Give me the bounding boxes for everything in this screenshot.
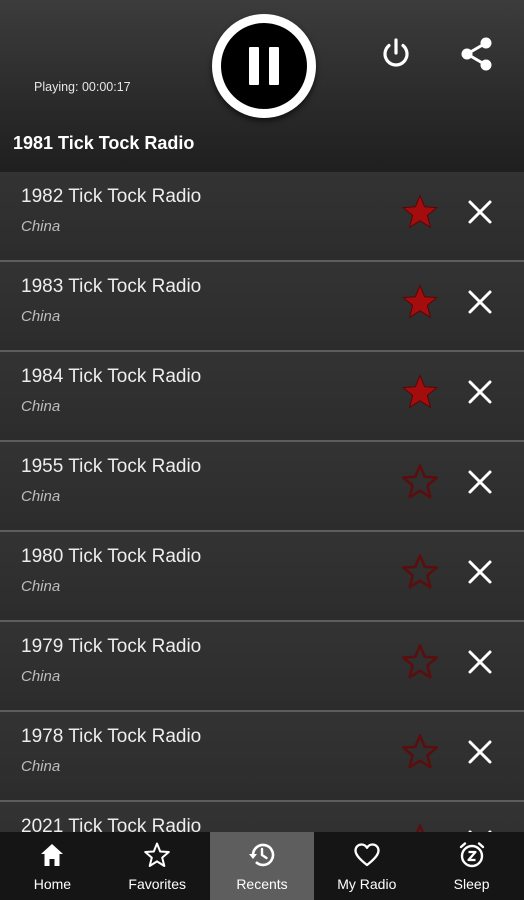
station-row[interactable]: 1978 Tick Tock Radio China [0,712,524,802]
station-name: 1982 Tick Tock Radio [21,186,202,207]
station-name: 1980 Tick Tock Radio [21,546,202,567]
tab-label: Sleep [453,876,490,892]
station-country: China [21,758,61,775]
home-icon [41,844,64,866]
station-name: 1983 Tick Tock Radio [21,276,202,297]
station-country: China [21,398,61,415]
tab-my-radio[interactable]: My Radio [314,832,419,900]
star-filled-icon[interactable] [401,283,439,321]
station-name: 1979 Tick Tock Radio [21,636,202,657]
pause-icon-bar [269,47,279,85]
tab-sleep[interactable]: Sleep [419,832,524,900]
station-name: 1955 Tick Tock Radio [21,456,202,477]
tab-label: Recents [236,876,288,892]
tab-favorites[interactable]: Favorites [105,832,210,900]
close-icon[interactable] [465,557,495,587]
history-icon [248,843,275,867]
recents-list[interactable]: 1982 Tick Tock Radio China 1983 Tick Tock … [0,172,524,832]
station-row[interactable]: 1982 Tick Tock Radio China [0,172,524,262]
star-outline-icon[interactable] [401,553,439,591]
playing-time-label: Playing: 00:00:17 [34,80,131,94]
station-country: China [21,218,61,235]
station-country: China [21,488,61,505]
station-country: China [21,668,61,685]
pause-button[interactable] [212,14,316,118]
station-row[interactable]: 1984 Tick Tock Radio China [0,352,524,442]
station-row[interactable]: 1980 Tick Tock Radio China [0,532,524,622]
tab-label: My Radio [337,876,397,892]
star-outline-icon[interactable] [401,643,439,681]
star-outline-icon[interactable] [401,823,439,832]
station-name: 1984 Tick Tock Radio [21,366,202,387]
tab-recents[interactable]: Recents [209,832,315,900]
bottom-tab-bar: Home Favorites Recents My Radio Sleep [0,832,524,900]
station-country: China [21,578,61,595]
close-icon[interactable] [465,377,495,407]
star-filled-icon[interactable] [401,373,439,411]
tab-label: Home [33,876,72,892]
sleep-timer-icon [459,842,484,868]
close-icon[interactable] [465,467,495,497]
station-row[interactable]: 1983 Tick Tock Radio China [0,262,524,352]
star-outline-icon[interactable] [401,733,439,771]
station-name: 1978 Tick Tock Radio [21,726,202,747]
power-icon[interactable] [378,36,414,72]
station-row[interactable]: 1979 Tick Tock Radio China [0,622,524,712]
tab-home[interactable]: Home [0,832,105,900]
star-outline-icon [144,842,170,867]
player-header: Playing: 00:00:17 1981 Tick Tock Radio [0,0,524,172]
station-country: China [21,308,61,325]
station-name: 2021 Tick Tock Radio [21,816,202,832]
share-icon[interactable] [458,35,496,73]
star-outline-icon[interactable] [401,463,439,501]
close-icon[interactable] [465,647,495,677]
close-icon[interactable] [465,197,495,227]
close-icon[interactable] [465,287,495,317]
tab-label: Favorites [128,876,186,892]
heart-outline-icon [354,843,380,867]
pause-icon [249,47,259,85]
now-playing-title: 1981 Tick Tock Radio [13,133,195,153]
station-row[interactable]: 1955 Tick Tock Radio China [0,442,524,532]
star-filled-icon[interactable] [401,193,439,231]
station-row[interactable]: 2021 Tick Tock RadioChina [0,802,524,832]
close-icon[interactable] [465,737,495,767]
